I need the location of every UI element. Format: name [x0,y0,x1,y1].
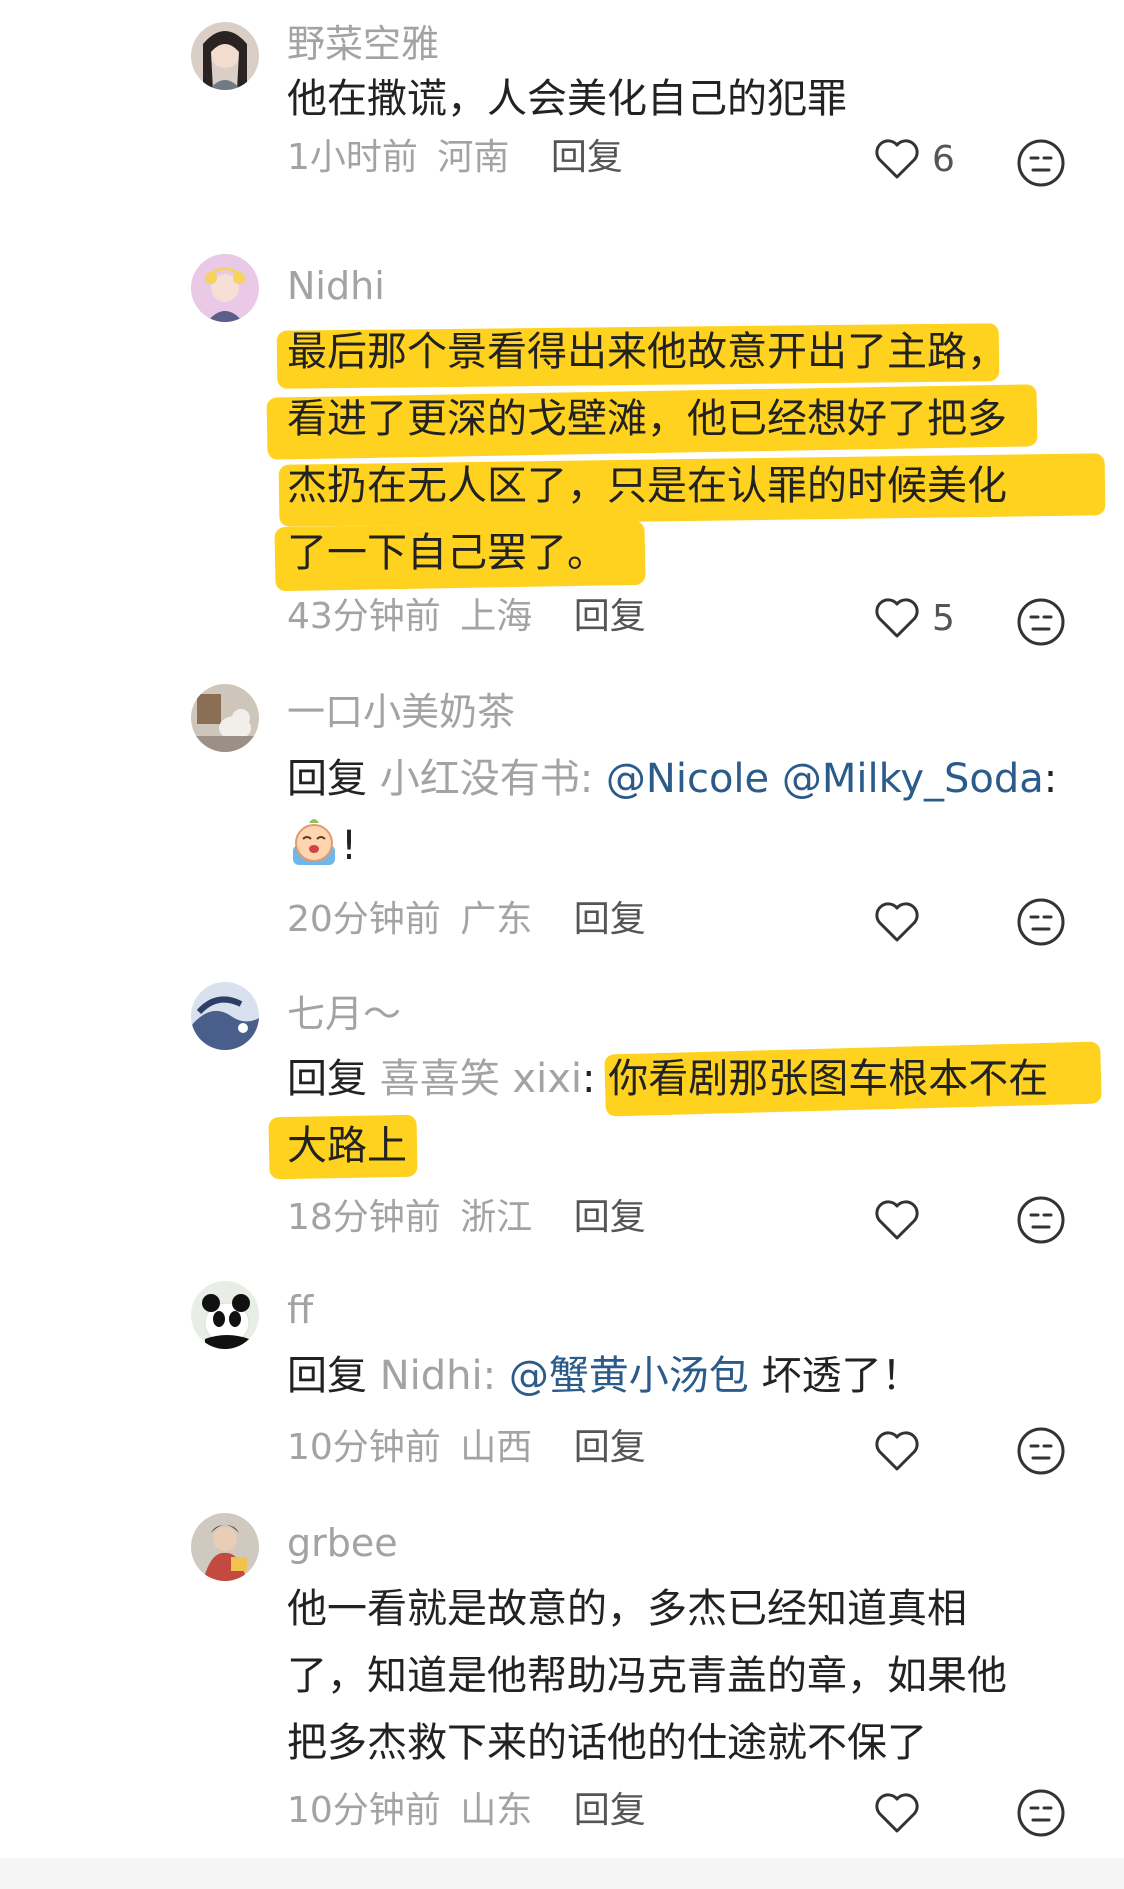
reply-button[interactable]: 回复 [574,1427,646,1468]
comment-username[interactable]: 七月～ [287,990,401,1038]
reply-button[interactable]: 回复 [574,596,646,637]
dislike-button[interactable] [1015,896,1067,948]
reply-colon: : [579,756,594,802]
comment-text-line: 杰扔在无人区了，只是在认罪的时候美化 [287,463,1007,509]
comment-meta: 20分钟前 广东 回复 [287,896,646,944]
avatar[interactable] [191,684,259,752]
comment-meta: 18分钟前 浙江 回复 [287,1194,646,1242]
comment-text-line: 他一看就是故意的，多杰已经知道真相 [287,1586,967,1632]
reply-button[interactable]: 回复 [574,1197,646,1238]
dislike-button[interactable] [1015,1194,1067,1246]
neutral-face-icon [1017,898,1065,946]
comment-meta: 10分钟前 山西 回复 [287,1424,646,1472]
mention-link[interactable]: @蟹黄小汤包 [509,1353,749,1399]
crying-emoji-icon [293,819,335,865]
neutral-face-icon [1017,139,1065,187]
reply-prefix: 回复 [287,1353,367,1399]
mention-colon: : [1043,756,1058,802]
bottom-edge-bar [0,1858,1124,1889]
reply-target-user[interactable]: 小红没有书 [380,756,580,802]
reply-button[interactable]: 回复 [574,1790,646,1831]
like-button[interactable] [874,1424,1014,1480]
comment-text: 回复 喜喜笑 xixi: 你看剧那张图车根本不在 大路上 [268,1041,1102,1180]
comment-meta: 10分钟前 山东 回复 [287,1787,646,1835]
comment-username[interactable]: ff [287,1286,313,1334]
comment-location: 山东 [460,1790,533,1831]
reply-target-user[interactable]: Nidhi [380,1353,483,1399]
comment-username[interactable]: grbee [287,1519,398,1567]
comment-text: 他一看就是故意的，多杰已经知道真相 了，知道是他帮助冯克青盖的章，如果他 把多杰… [287,1576,1077,1777]
heart-icon [875,1431,919,1471]
comment-location: 河南 [437,137,510,178]
mention-link[interactable]: @Milky_Soda [782,756,1044,802]
avatar[interactable] [191,1513,259,1581]
dislike-button[interactable] [1015,1787,1067,1839]
comment-time: 10分钟前 [287,1427,441,1468]
comment-text-line: 大路上 [287,1123,407,1169]
comment-meta: 1小时前 河南 回复 [287,134,623,182]
comment-text: 最后那个景看得出来他故意开出了主路， 看进了更深的戈壁滩，他已经想好了把多 杰扔… [266,319,1106,592]
comment-text-line: 了，知道是他帮助冯克青盖的章，如果他 [287,1653,1007,1699]
reply-button[interactable]: 回复 [574,899,646,940]
comment-location: 浙江 [460,1197,533,1238]
dislike-button[interactable] [1015,137,1067,189]
reply-target-user[interactable]: 喜喜笑 xixi [380,1056,582,1102]
dislike-button[interactable] [1015,1425,1067,1477]
comment-location: 广东 [460,899,533,940]
comment-time: 1小时前 [287,137,418,178]
comment-text-line: 他在撒谎，人会美化自己的犯罪 [287,76,847,122]
heart-icon [875,139,919,179]
avatar[interactable] [191,1281,259,1349]
mention-link[interactable]: @Nicole [606,756,769,802]
comment-text-line: 了一下自己罢了。 [287,530,607,576]
comment-location: 上海 [460,596,533,637]
comment-location: 山西 [460,1427,533,1468]
heart-icon [875,1793,919,1833]
comment-text: 回复 小红没有书: @Nicole @Milky_Soda: ! [287,746,1077,880]
reply-button[interactable]: 回复 [551,137,623,178]
heart-icon [875,1200,919,1240]
like-button[interactable]: 5 [874,591,1014,647]
neutral-face-icon [1017,1789,1065,1837]
like-button[interactable]: 6 [874,132,1014,188]
comment-meta: 43分钟前 上海 回复 [287,593,646,641]
comment-time: 43分钟前 [287,596,441,637]
comment-time: 18分钟前 [287,1197,441,1238]
comment-time: 20分钟前 [287,899,441,940]
dislike-button[interactable] [1015,596,1067,648]
neutral-face-icon [1017,1196,1065,1244]
comment-username[interactable]: 野菜空雅 [287,20,439,68]
comment-text-line: 最后那个景看得出来他故意开出了主路， [287,329,1007,375]
reply-prefix: 回复 [287,756,367,802]
reply-colon: : [582,1056,596,1102]
like-button[interactable] [874,1193,1014,1249]
comment-text: 回复 Nidhi: @蟹黄小汤包 坏透了！ [287,1343,1077,1410]
reply-colon: : [482,1353,497,1399]
comment-username[interactable]: 一口小美奶茶 [287,688,515,736]
comment-text-line: 你看剧那张图车根本不在 [608,1056,1049,1102]
heart-icon [875,902,919,942]
comment-username[interactable]: Nidhi [287,262,385,310]
neutral-face-icon [1017,598,1065,646]
heart-icon [875,598,919,638]
like-button[interactable] [874,895,1014,951]
comment-time: 10分钟前 [287,1790,441,1831]
avatar[interactable] [191,22,259,90]
reply-prefix: 回复 [287,1056,367,1102]
comment-text-line: 把多杰救下来的话他的仕途就不保了 [287,1720,927,1766]
comment-text-line: 看进了更深的戈壁滩，他已经想好了把多 [287,396,1007,442]
avatar[interactable] [191,982,259,1050]
like-button[interactable] [874,1786,1014,1842]
comment-text: 他在撒谎，人会美化自己的犯罪 [287,66,1077,133]
avatar[interactable] [191,254,259,322]
like-count: 5 [932,598,955,639]
comment-text-line: 坏透了！ [761,1353,922,1399]
emoji-suffix: ! [341,823,358,869]
neutral-face-icon [1017,1427,1065,1475]
like-count: 6 [932,139,955,180]
